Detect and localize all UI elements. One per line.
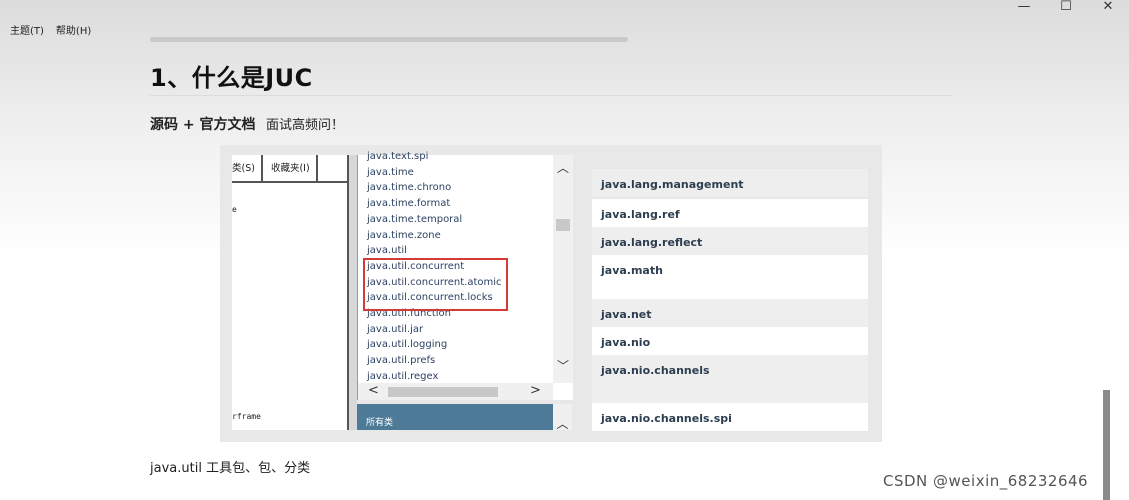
- maximize-icon[interactable]: ☐: [1045, 0, 1087, 14]
- package-link[interactable]: java.text.spi: [367, 149, 502, 165]
- tab-row: 类(S) 收藏夹(I): [232, 155, 347, 183]
- package-link[interactable]: java.time.chrono: [367, 180, 502, 196]
- chevron-left-icon[interactable]: <: [368, 383, 379, 398]
- package-summary-link[interactable]: java.net: [592, 299, 868, 327]
- chevron-right-icon[interactable]: >: [530, 383, 541, 398]
- vertical-scrollbar[interactable]: ︿ ﹀: [553, 155, 573, 383]
- watermark: CSDN @weixin_68232646: [883, 472, 1089, 490]
- package-link[interactable]: java.time.format: [367, 196, 502, 212]
- menu-theme[interactable]: 主题(T): [10, 22, 44, 37]
- tab-favorites[interactable]: 收藏夹(I): [263, 155, 318, 181]
- horizontal-scrollbar[interactable]: [150, 37, 628, 42]
- menu-help[interactable]: 帮助(H): [56, 22, 91, 37]
- package-summary-link[interactable]: java.math: [592, 255, 868, 299]
- chevron-down-icon[interactable]: ﹀: [553, 357, 573, 374]
- tab-classes[interactable]: 类(S): [232, 155, 263, 181]
- menu-bar: 主题(T) 帮助(H): [10, 22, 91, 37]
- left-pane: 类(S) 收藏夹(I) e rframe: [232, 155, 349, 430]
- package-link[interactable]: java.time: [367, 165, 502, 181]
- package-link[interactable]: java.time.temporal: [367, 212, 502, 228]
- package-link[interactable]: java.time.zone: [367, 228, 502, 244]
- left-fragment-top: e: [232, 205, 237, 214]
- all-classes-label: 所有类: [366, 418, 394, 428]
- package-summary-link[interactable]: java.nio: [592, 327, 868, 355]
- embedded-screenshot: 类(S) 收藏夹(I) e rframe java.text.spi java.t…: [220, 145, 882, 442]
- close-icon[interactable]: ✕: [1087, 0, 1129, 14]
- pane-divider[interactable]: [349, 155, 357, 430]
- all-classes-header: 所有类: [357, 404, 553, 430]
- package-summary-link[interactable]: java.lang.reflect: [592, 227, 868, 255]
- subtitle-normal: 面试高频问！: [265, 118, 344, 133]
- package-link[interactable]: java.util.prefs: [367, 353, 502, 369]
- page-title: 1、什么是JUC: [150, 64, 313, 92]
- package-link[interactable]: java.util.jar: [367, 322, 502, 338]
- chevron-up-icon[interactable]: ︿: [553, 404, 572, 431]
- package-summary-link[interactable]: java.nio.channels.spi: [592, 403, 868, 431]
- subtitle: 源码 + 官方文档 面试高频问！: [150, 114, 344, 134]
- scroll-thumb-horizontal[interactable]: [388, 387, 498, 397]
- highlight-box: [363, 258, 508, 311]
- subtitle-bold: 源码 + 官方文档: [150, 117, 256, 133]
- package-summary-link[interactable]: java.lang.ref: [592, 199, 868, 227]
- chevron-up-icon[interactable]: ︿: [553, 159, 573, 176]
- package-summary-link[interactable]: java.nio.channels: [592, 355, 868, 403]
- window-controls: — ☐ ✕: [1003, 0, 1129, 14]
- package-list-pane: java.text.spi java.time java.time.chrono ja…: [357, 151, 573, 400]
- minimize-icon[interactable]: —: [1003, 0, 1045, 14]
- divider: [150, 95, 952, 96]
- body-text: java.util 工具包、包、分类: [150, 461, 311, 476]
- package-summary-pane: java.lang.management java.lang.ref java.la…: [592, 145, 870, 442]
- page-scrollbar[interactable]: [1103, 390, 1110, 500]
- package-link[interactable]: java.util.logging: [367, 337, 502, 353]
- scroll-thumb[interactable]: [556, 219, 570, 231]
- package-summary-link[interactable]: java.lang.management: [592, 169, 868, 197]
- package-link[interactable]: java.util: [367, 243, 502, 259]
- left-fragment-bottom: rframe: [232, 412, 261, 421]
- horizontal-scrollbar-inner[interactable]: < >: [358, 383, 553, 400]
